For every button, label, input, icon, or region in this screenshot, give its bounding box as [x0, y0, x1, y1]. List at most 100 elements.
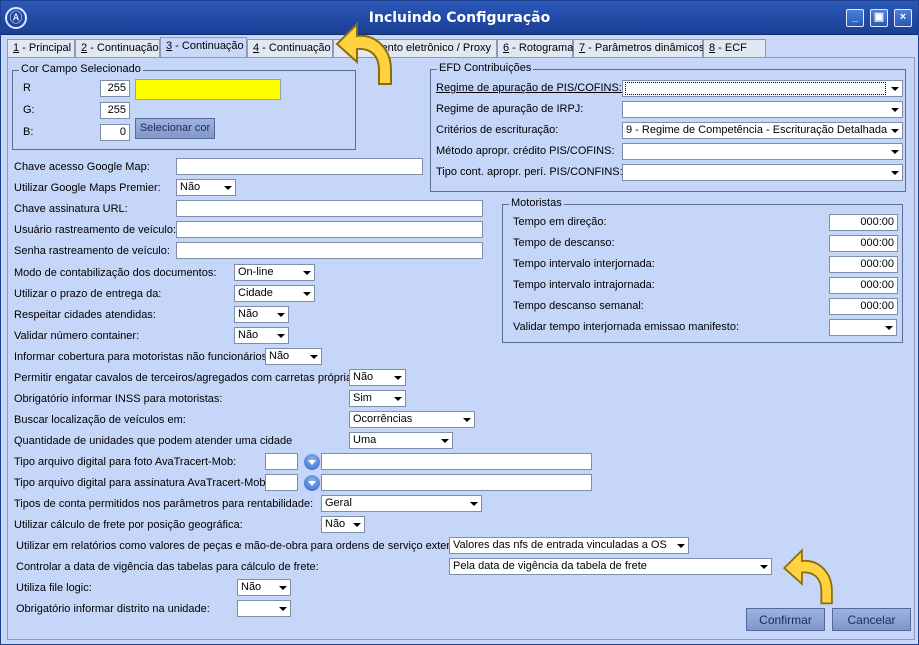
restore-icon[interactable]: ▣ — [870, 9, 888, 27]
foto-code-input[interactable] — [265, 453, 298, 470]
assinatura-code-input[interactable] — [265, 474, 298, 491]
chevron-down-icon[interactable] — [888, 124, 901, 137]
chevron-down-icon[interactable] — [438, 434, 451, 447]
chevron-down-icon[interactable] — [350, 518, 363, 531]
tempo-intrajornada-label: Tempo intervalo intrajornada: — [513, 279, 655, 291]
chevron-down-icon[interactable] — [221, 181, 234, 194]
efd-group: EFD Contribuições Regime de apuração de … — [430, 62, 906, 192]
tempo-interjornada-label: Tempo intervalo interjornada: — [513, 258, 655, 270]
chevron-down-icon[interactable] — [888, 145, 901, 158]
tab-continuacao-2[interactable]: 2 - Continuação — [75, 39, 160, 57]
lookup-icon[interactable] — [304, 475, 320, 491]
relatorios-select[interactable]: Valores das nfs de entrada vinculadas a … — [449, 537, 689, 554]
unidades-label: Quantidade de unidades que podem atender… — [14, 435, 293, 447]
efd-group-title: EFD Contribuições — [437, 62, 534, 74]
cobertura-select[interactable]: Não — [265, 348, 322, 365]
tempo-direcao-input[interactable]: 000:00 — [829, 214, 898, 231]
validar-interjornada-select[interactable] — [829, 319, 897, 336]
chevron-down-icon[interactable] — [460, 413, 473, 426]
tab-rotograma[interactable]: 6 - Rotograma — [497, 39, 573, 57]
chevron-down-icon[interactable] — [888, 166, 901, 179]
assinatura-desc-input[interactable] — [321, 474, 592, 491]
select-color-button[interactable]: Selecionar cor — [135, 118, 215, 139]
inss-label: Obrigatório informar INSS para motorista… — [14, 393, 223, 405]
motoristas-group: Motoristas Tempo em direção: 000:00 Temp… — [502, 197, 903, 343]
conta-label: Tipos de conta permitidos nos parâmetros… — [14, 498, 314, 510]
efd-pis-cofins-select[interactable] — [622, 80, 903, 97]
inss-select[interactable]: Sim — [349, 390, 406, 407]
tab-principal[interactable]: 1 - Principal — [7, 39, 75, 57]
tab-ecf[interactable]: 8 - ECF — [703, 39, 766, 57]
conta-select[interactable]: Geral — [321, 495, 482, 512]
frete-geo-label: Utilizar cálculo de frete por posição ge… — [14, 519, 243, 531]
efd-irpj-label: Regime de apuração de IRPJ: — [436, 103, 584, 115]
lookup-icon[interactable] — [304, 454, 320, 470]
track-user-input[interactable] — [176, 221, 483, 238]
tempo-semanal-input[interactable]: 000:00 — [829, 298, 898, 315]
tempo-intrajornada-input[interactable]: 000:00 — [829, 277, 898, 294]
engatar-select[interactable]: Não — [349, 369, 406, 386]
close-icon[interactable]: × — [894, 9, 912, 27]
tab-continuacao-3[interactable]: 3 - Continuação — [160, 37, 247, 57]
r-input[interactable]: 255 — [100, 80, 130, 97]
confirm-button[interactable]: Confirmar — [746, 608, 825, 631]
color-group: Cor Campo Selecionado R 255 G: 255 B: 0 … — [12, 63, 356, 150]
efd-criterios-select[interactable]: 9 - Regime de Competência - Escrituração… — [622, 122, 903, 139]
chevron-down-icon[interactable] — [888, 82, 901, 95]
curved-arrow-icon — [783, 548, 833, 605]
chevron-down-icon[interactable] — [391, 392, 404, 405]
url-key-input[interactable] — [176, 200, 483, 217]
localizacao-label: Buscar localização de veículos em: — [14, 414, 186, 426]
assinatura-label: Tipo arquivo digital para assinatura Ava… — [14, 477, 269, 489]
vigencia-select[interactable]: Pela data de vigência da tabela de frete — [449, 558, 772, 575]
container-label: Validar número container: — [14, 330, 140, 342]
chevron-down-icon[interactable] — [300, 266, 313, 279]
chevron-down-icon[interactable] — [674, 539, 687, 552]
efd-criterios-label: Critérios de escrituração: — [436, 124, 559, 136]
chevron-down-icon[interactable] — [467, 497, 480, 510]
chevron-down-icon[interactable] — [274, 329, 287, 342]
filelogic-label: Utiliza file logic: — [16, 582, 92, 594]
title-bar[interactable]: Ⓐ Incluindo Configuração _ ▣ × — [1, 1, 918, 35]
color-group-title: Cor Campo Selecionado — [19, 63, 143, 75]
foto-desc-input[interactable] — [321, 453, 592, 470]
chevron-down-icon[interactable] — [274, 308, 287, 321]
chevron-down-icon[interactable] — [391, 371, 404, 384]
chevron-down-icon[interactable] — [888, 103, 901, 116]
cidades-select[interactable]: Não — [234, 306, 289, 323]
chevron-down-icon[interactable] — [276, 581, 289, 594]
frete-geo-select[interactable]: Não — [321, 516, 365, 533]
tempo-descanso-input[interactable]: 000:00 — [829, 235, 898, 252]
chevron-down-icon[interactable] — [757, 560, 770, 573]
efd-irpj-select[interactable] — [622, 101, 903, 118]
tempo-interjornada-input[interactable]: 000:00 — [829, 256, 898, 273]
chevron-down-icon[interactable] — [307, 350, 320, 363]
unidades-select[interactable]: Uma — [349, 432, 453, 449]
track-pass-input[interactable] — [176, 242, 483, 259]
tempo-direcao-label: Tempo em direção: — [513, 216, 607, 228]
google-premier-select[interactable]: Não — [176, 179, 236, 196]
localizacao-select[interactable]: Ocorrências — [349, 411, 475, 428]
b-input[interactable]: 0 — [100, 124, 130, 141]
minimize-icon[interactable]: _ — [846, 9, 864, 27]
chevron-down-icon[interactable] — [300, 287, 313, 300]
cancel-button[interactable]: Cancelar — [832, 608, 911, 631]
chevron-down-icon[interactable] — [276, 602, 289, 615]
window-title: Incluindo Configuração — [368, 10, 551, 26]
efd-metodo-select[interactable] — [622, 143, 903, 160]
google-key-input[interactable] — [176, 158, 423, 175]
prazo-select[interactable]: Cidade — [234, 285, 315, 302]
tab-continuacao-4[interactable]: 4 - Continuação — [247, 39, 333, 57]
cidades-label: Respeitar cidades atendidas: — [14, 309, 156, 321]
distrito-select[interactable] — [237, 600, 291, 617]
chevron-down-icon[interactable] — [882, 321, 895, 334]
filelogic-select[interactable]: Não — [237, 579, 291, 596]
efd-tipo-cont-select[interactable] — [622, 164, 903, 181]
tab-parametros-dinamicos[interactable]: 7 - Parâmetros dinâmicos — [573, 39, 704, 57]
google-premier-label: Utilizar Google Maps Premier: — [14, 182, 161, 194]
g-input[interactable]: 255 — [100, 102, 130, 119]
container-select[interactable]: Não — [234, 327, 289, 344]
r-label: R — [23, 82, 31, 94]
contab-select[interactable]: On-line — [234, 264, 315, 281]
g-label: G: — [23, 104, 35, 116]
